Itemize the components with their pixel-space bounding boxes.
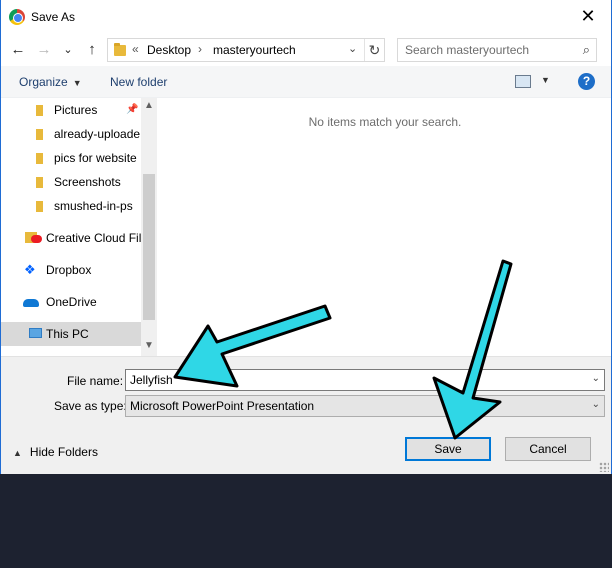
resize-grip-icon[interactable] — [599, 462, 609, 472]
back-arrow-icon[interactable]: ← — [7, 39, 29, 61]
onedrive-icon — [23, 299, 39, 307]
empty-message: No items match your search. — [308, 115, 462, 129]
nav-item-label: Creative Cloud Fil — [46, 231, 141, 245]
scroll-up-icon[interactable]: ▲ — [141, 100, 157, 111]
save-options-panel: File name: Jellyfish ⌄ Save as type: Mic… — [1, 356, 611, 474]
nav-item-label: Pictures — [54, 103, 98, 117]
search-icon[interactable]: ⌕ — [583, 42, 590, 58]
search-input[interactable]: Search masteryourtech ⌕ — [397, 38, 597, 62]
folder-icon — [36, 201, 43, 212]
nav-item-smushed-in-ps[interactable]: smushed-in-ps — [1, 194, 141, 218]
file-name-label: File name: — [67, 374, 124, 388]
address-overflow-marker[interactable]: « — [132, 42, 139, 56]
nav-item-label: pics for website — [54, 151, 137, 165]
nav-item-already-uploaded[interactable]: already-uploade — [1, 122, 141, 146]
save-as-type-label: Save as type: — [54, 399, 127, 413]
folder-icon — [36, 105, 43, 116]
file-name-field[interactable]: Jellyfish ⌄ — [125, 369, 605, 391]
dropbox-icon: ❖ — [24, 262, 36, 277]
save-as-type-dropdown-chevron-icon[interactable]: ⌄ — [592, 399, 600, 410]
organize-label: Organize — [19, 75, 68, 89]
folder-icon — [36, 129, 43, 140]
nav-item-label: OneDrive — [46, 295, 97, 309]
nav-item-pics-for-website[interactable]: pics for website — [1, 146, 141, 170]
nav-item-screenshots[interactable]: Screenshots — [1, 170, 141, 194]
navigation-bar: ← → ⌄ ↑ « Desktop › masteryourtech ⌄ ↻ S… — [1, 36, 611, 64]
nav-item-label: already-uploade — [54, 127, 141, 141]
folder-icon — [36, 177, 43, 188]
save-as-type-value: Microsoft PowerPoint Presentation — [130, 399, 315, 413]
up-arrow-icon[interactable]: ↑ — [81, 39, 103, 61]
this-pc-icon — [29, 328, 42, 338]
refresh-icon[interactable]: ↻ — [364, 39, 384, 61]
nav-item-creative-cloud-files[interactable]: Creative Cloud Fil — [1, 226, 141, 250]
nav-item-label: smushed-in-ps — [54, 199, 133, 213]
folder-icon — [114, 43, 126, 56]
file-name-value: Jellyfish — [130, 373, 173, 387]
title-bar: Save As ✕ — [1, 0, 611, 34]
folder-icon — [36, 153, 43, 164]
recent-locations-chevron-icon[interactable]: ⌄ — [57, 39, 79, 61]
breadcrumb-separator-icon[interactable]: › — [198, 42, 202, 56]
organize-caret-icon: ▼ — [72, 78, 82, 88]
scroll-down-icon[interactable]: ▼ — [141, 340, 157, 351]
forward-arrow-icon[interactable]: → — [33, 39, 55, 61]
nav-item-pictures[interactable]: Pictures 📌 — [1, 98, 141, 122]
file-list[interactable]: No items match your search. — [159, 98, 611, 356]
nav-item-label: Dropbox — [46, 263, 92, 277]
nav-item-label: This PC — [46, 327, 89, 341]
address-bar[interactable]: « Desktop › masteryourtech ⌄ ↻ — [107, 38, 385, 62]
save-as-type-select[interactable]: Microsoft PowerPoint Presentation ⌄ — [125, 395, 605, 417]
creative-cloud-icon — [31, 235, 42, 243]
change-view-icon[interactable] — [515, 75, 531, 88]
save-as-dialog: Save As ✕ ← → ⌄ ↑ « Desktop › masteryour… — [0, 0, 612, 474]
nav-item-this-pc[interactable]: This PC — [1, 322, 141, 346]
scrollbar-thumb[interactable] — [143, 174, 155, 320]
help-icon[interactable]: ? — [578, 73, 595, 90]
breadcrumb-masteryourtech[interactable]: masteryourtech — [213, 43, 296, 57]
breadcrumb-desktop[interactable]: Desktop — [147, 43, 191, 57]
hide-folders-caret-icon: ▲ — [13, 448, 22, 458]
file-name-dropdown-chevron-icon[interactable]: ⌄ — [592, 373, 600, 384]
navigation-pane-scrollbar[interactable]: ▲ ▼ — [141, 98, 157, 356]
window-title: Save As — [31, 10, 76, 24]
close-button[interactable]: ✕ — [573, 5, 603, 29]
view-options-caret-icon[interactable]: ▼ — [541, 75, 550, 85]
nav-item-onedrive[interactable]: OneDrive — [1, 290, 141, 314]
command-toolbar: Organize ▼ New folder ▼ ? — [1, 66, 611, 98]
pin-icon[interactable]: 📌 — [126, 104, 138, 115]
nav-item-label: Screenshots — [54, 175, 121, 189]
hide-folders-label: Hide Folders — [29, 445, 98, 459]
search-placeholder: Search masteryourtech — [405, 43, 530, 57]
chrome-icon — [9, 9, 25, 25]
cancel-button[interactable]: Cancel — [505, 437, 591, 461]
hide-folders-button[interactable]: ▲ Hide Folders — [13, 445, 98, 459]
save-button[interactable]: Save — [405, 437, 491, 461]
nav-item-dropbox[interactable]: ❖ Dropbox — [1, 258, 141, 282]
navigation-pane: Pictures 📌 already-uploade pics for webs… — [1, 98, 157, 356]
address-dropdown-chevron-icon[interactable]: ⌄ — [348, 42, 357, 55]
new-folder-button[interactable]: New folder — [110, 75, 167, 89]
organize-button[interactable]: Organize ▼ — [19, 75, 82, 89]
